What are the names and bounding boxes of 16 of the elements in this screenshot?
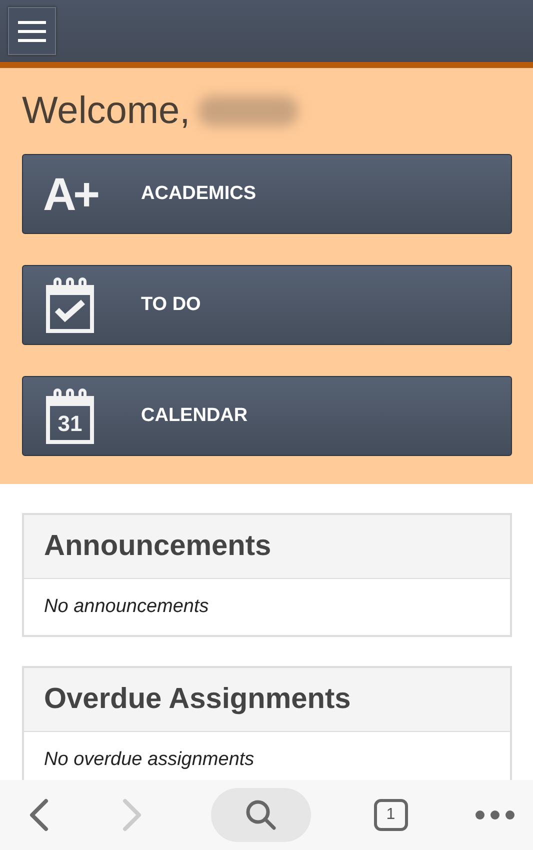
nav-button[interactable]: A+ ACADEMICS bbox=[22, 154, 512, 234]
welcome-text: Welcome, bbox=[22, 90, 190, 132]
panel-title: Overdue Assignments bbox=[44, 683, 351, 716]
search-button[interactable] bbox=[210, 788, 310, 842]
grade-icon: A+ bbox=[42, 167, 98, 221]
more-icon bbox=[475, 810, 515, 820]
tabs-button[interactable]: 1 bbox=[374, 799, 408, 831]
menu-button[interactable] bbox=[8, 7, 56, 55]
nav-button[interactable]: TO DO bbox=[22, 265, 512, 345]
panel-message: No overdue assignments bbox=[44, 749, 254, 771]
checklist-calendar-icon bbox=[46, 277, 94, 333]
panel-message: No announcements bbox=[44, 596, 209, 618]
panel-title: Announcements bbox=[44, 530, 272, 563]
menu-icon bbox=[18, 19, 46, 43]
nav-button[interactable]: 31 CALENDAR bbox=[22, 376, 512, 456]
search-icon bbox=[244, 798, 278, 832]
